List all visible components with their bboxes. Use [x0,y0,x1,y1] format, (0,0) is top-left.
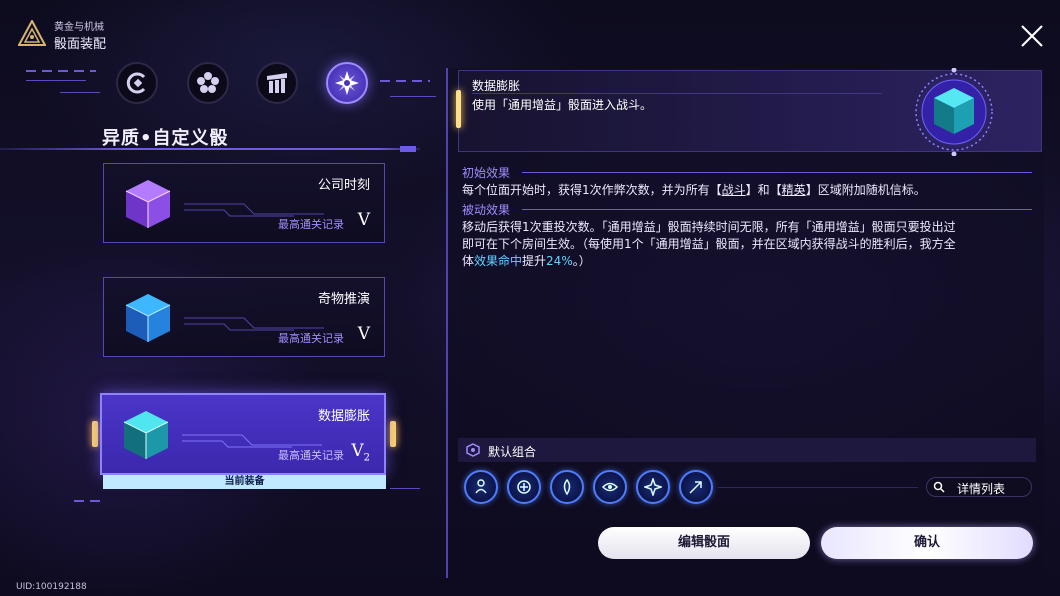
tab-pillars[interactable] [256,62,298,104]
decor-line [718,487,918,488]
page-title: 骰面装配 [54,37,107,52]
circuit-trace-icon [184,317,324,331]
dice-card-data-inflation[interactable]: 数据膨胀 最高通关记录 V2 [100,393,386,475]
decor-line [26,70,96,72]
skill-slot-4[interactable] [593,470,627,504]
star-burst-icon [335,71,359,95]
decor-line [26,80,86,81]
skill-slot-3[interactable] [550,470,584,504]
circuit-trace-icon [184,203,324,217]
decor-line [60,92,100,93]
decor-line [390,96,436,97]
header-subtitle: 黄金与机械 [54,22,104,33]
pillars-icon [267,73,287,93]
burst-icon [644,478,662,496]
blue-cube-icon [125,294,171,342]
record-label: 最高通关记录 [278,332,344,345]
swirl-icon [517,480,531,494]
section-title: 异质•自定义骰 [102,128,229,149]
decor-line [380,80,430,82]
equipped-badge: 当前装备 [103,475,386,489]
dice-name: 奇物推演 [317,292,370,307]
passive-effect-line: 体效果命中提升24%。） [462,254,591,268]
detail-desc: 使用「通用增益」骰面进入战斗。 [472,98,653,112]
decor-line [400,146,416,152]
flower-icon [197,72,219,93]
dice-card-curio-simulation[interactable]: 奇物推演 最高通关记录 V [103,277,385,357]
path-icon [475,479,487,494]
decor-line [0,148,420,150]
arrow-icon [689,481,702,494]
passive-effect-title: 被动效果 [462,203,511,217]
skill-slot-6[interactable] [679,470,713,504]
skill-slot-2[interactable] [507,470,541,504]
purple-cube-icon [125,180,171,228]
decor-line [472,93,882,94]
eye-icon [601,482,619,492]
record-label: 最高通关记录 [278,218,344,231]
record-label: 最高通关记录 [278,449,344,462]
tab-flower[interactable] [187,62,229,104]
combo-label: 默认组合 [488,445,537,459]
skill-slot-1[interactable] [464,470,498,504]
decor-line [522,209,1032,210]
flame-icon [563,478,571,496]
hexagon-icon [466,443,480,457]
uid-label: UID:100192188 [16,582,87,592]
search-icon [933,481,945,493]
detail-name: 数据膨胀 [472,79,521,93]
decor-line [390,488,420,489]
dice-name: 公司时刻 [317,178,370,193]
passive-effect-line: 即可在下个房间生效。（每使用1个「通用增益」骰面，并在区域内获得战斗的胜利后，我… [462,237,956,251]
selection-bracket-left [92,421,98,447]
game-logo-icon [18,20,46,46]
record-level: V2 [351,441,370,464]
circle-c-icon [126,72,146,94]
detail-list-button[interactable]: 详情列表 [926,477,1032,497]
initial-effect-text: 每个位面开始时，获得1次作弊次数，并为所有【战斗】和【精英】区域附加随机信标。 [462,183,926,197]
cyan-cube-icon [123,411,169,459]
initial-effect-title: 初始效果 [462,166,511,180]
decor-line [74,500,104,502]
header-bracket [456,90,461,128]
record-level: V [357,210,370,230]
circuit-trace-icon [182,434,322,448]
confirm-button[interactable]: 确认 [821,527,1033,559]
detail-list-label: 详情列表 [957,482,1006,496]
close-icon[interactable] [1018,22,1046,50]
selected-dice-cube-icon [912,68,996,156]
passive-effect-line: 移动后获得1次重投次数。「通用增益」骰面持续时间无限，所有「通用增益」骰面只要投… [462,220,956,234]
dice-name: 数据膨胀 [317,409,370,424]
edit-dice-button[interactable]: 编辑骰面 [598,527,810,559]
selection-bracket-right [390,421,396,447]
combo-bar [458,438,1036,462]
tab-circle-c[interactable] [116,62,158,104]
decor-line [522,172,1032,173]
tab-star-burst[interactable] [326,62,368,104]
skill-slot-5[interactable] [636,470,670,504]
record-level: V [357,324,370,344]
dice-card-company-moment[interactable]: 公司时刻 最高通关记录 V [103,163,385,243]
